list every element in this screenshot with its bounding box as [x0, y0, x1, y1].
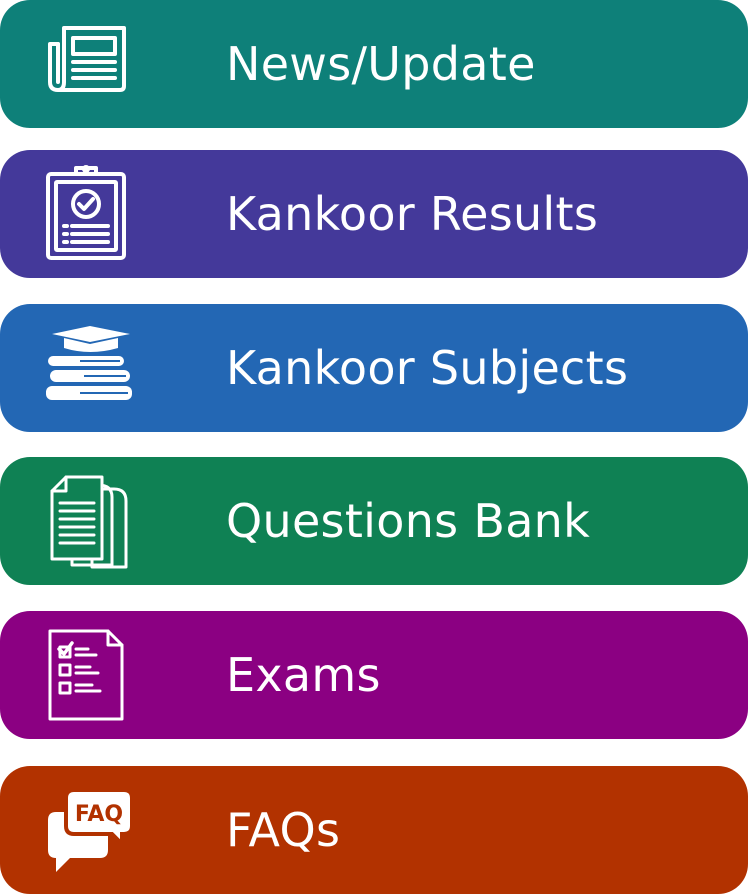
menu-item-label: Kankoor Subjects — [226, 341, 629, 395]
menu-item-exams[interactable]: Exams — [0, 611, 748, 739]
menu-item-faqs[interactable]: FAQ FAQs — [0, 766, 748, 894]
menu-item-kankoor-subjects[interactable]: Kankoor Subjects — [0, 304, 748, 432]
menu-item-label: FAQs — [226, 803, 341, 857]
main-menu: News/Update Kankoor Results Kankoor Subj… — [0, 0, 748, 895]
svg-text:FAQ: FAQ — [75, 802, 123, 827]
menu-item-news-update[interactable]: News/Update — [0, 0, 748, 128]
documents-stack-icon — [40, 471, 140, 571]
menu-item-label: Exams — [226, 648, 381, 702]
newspaper-icon — [40, 14, 140, 114]
menu-item-label: Kankoor Results — [226, 187, 599, 241]
menu-item-label: News/Update — [226, 37, 536, 91]
clipboard-check-icon — [40, 164, 140, 264]
menu-item-questions-bank[interactable]: Questions Bank — [0, 457, 748, 585]
menu-item-kankoor-results[interactable]: Kankoor Results — [0, 150, 748, 278]
menu-item-label: Questions Bank — [226, 494, 591, 548]
graduation-books-icon — [40, 318, 140, 418]
exam-checklist-icon — [40, 625, 140, 725]
faq-bubbles-icon: FAQ — [40, 780, 140, 880]
